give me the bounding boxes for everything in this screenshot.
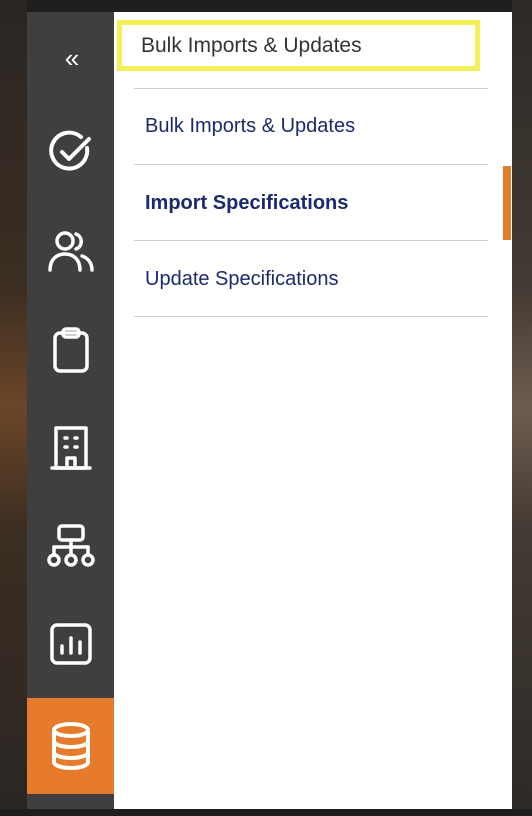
check-circle-icon	[48, 130, 91, 171]
sidebar-item-buildings[interactable]	[27, 400, 114, 496]
divider	[134, 316, 488, 317]
sidebar: «	[27, 12, 114, 809]
sidebar-item-clipboard[interactable]	[27, 302, 114, 398]
link-update-specifications[interactable]: Update Specifications	[145, 268, 338, 291]
sidebar-item-org-chart[interactable]	[27, 498, 114, 594]
database-icon	[51, 722, 90, 770]
submenu-panel: Bulk Imports & Updates Bulk Imports & Up…	[114, 12, 512, 809]
clipboard-icon	[52, 327, 89, 373]
report-chart-icon	[49, 623, 92, 665]
link-import-specifications[interactable]: Import Specifications	[145, 192, 348, 215]
window-frame-top	[0, 0, 532, 12]
double-chevron-left-icon: «	[64, 42, 80, 73]
panel-title-text: Bulk Imports & Updates	[141, 33, 362, 57]
sidebar-item-people[interactable]	[27, 204, 114, 300]
link-bulk-imports-updates[interactable]: Bulk Imports & Updates	[145, 115, 355, 138]
building-icon	[49, 426, 92, 470]
users-icon	[47, 231, 94, 272]
panel-title: Bulk Imports & Updates	[117, 20, 480, 71]
sidebar-item-tasks[interactable]	[27, 104, 114, 200]
scrollbar-thumb[interactable]	[503, 166, 511, 240]
divider	[134, 88, 488, 89]
collapse-sidebar-button[interactable]: «	[27, 30, 114, 86]
divider	[134, 164, 488, 165]
sidebar-item-reports[interactable]	[27, 596, 114, 692]
divider	[134, 240, 488, 241]
window-frame-bottom	[0, 809, 532, 816]
sidebar-item-data[interactable]	[27, 698, 114, 794]
window-frame-left	[0, 0, 27, 816]
org-chart-icon	[46, 524, 95, 567]
window-frame-right	[512, 0, 532, 816]
